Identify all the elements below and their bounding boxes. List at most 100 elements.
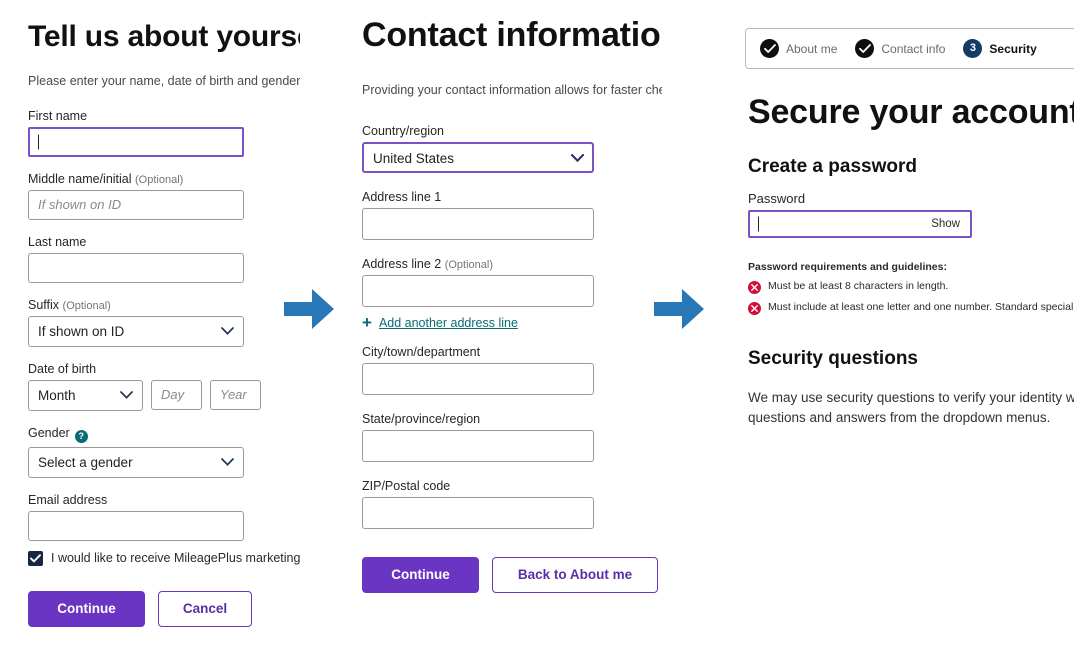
- field-date-of-birth: Date of birth Month: [28, 362, 300, 411]
- marketing-optin-row[interactable]: I would like to receive MileagePlus mark…: [28, 550, 300, 566]
- arrow-contact-to-security: [648, 278, 710, 340]
- about-me-subtitle: Please enter your name, date of birth an…: [28, 73, 300, 88]
- field-gender: Gender? Select a gender: [28, 426, 300, 478]
- about-me-continue-button[interactable]: Continue: [28, 590, 145, 627]
- suffix-select-wrap: If shown on ID: [28, 315, 244, 347]
- field-address-line-1: Address line 1: [362, 190, 662, 241]
- suffix-select[interactable]: If shown on ID: [28, 315, 244, 347]
- suffix-label-text: Suffix: [28, 297, 60, 312]
- back-to-about-me-button[interactable]: Back to About me: [492, 557, 658, 594]
- panel-secure-your-account: About me Contact info 3 Security Secure …: [745, 0, 1074, 656]
- arrow-about-to-contact: [278, 278, 340, 340]
- signup-progress-stepper: About me Contact info 3 Security: [745, 28, 1074, 69]
- password-show-toggle[interactable]: Show: [931, 218, 960, 230]
- middle-name-optional-tag: (Optional): [135, 173, 184, 186]
- field-last-name: Last name: [28, 235, 300, 283]
- about-me-cancel-button[interactable]: Cancel: [158, 590, 252, 627]
- city-town-department-label: City/town/department: [362, 345, 481, 360]
- dob-day-input[interactable]: [151, 379, 202, 410]
- stepper-step-contact-info[interactable]: Contact info: [855, 39, 945, 58]
- password-requirement-item: Must be at least 8 characters in length.: [748, 280, 1074, 294]
- address-line-1-label: Address line 1: [362, 190, 442, 205]
- date-of-birth-label: Date of birth: [28, 361, 97, 376]
- address-line-1-input[interactable]: [362, 208, 594, 241]
- signup-flow-screenshot: Tell us about yourself Please enter your…: [0, 0, 1074, 656]
- suffix-optional-tag: (Optional): [62, 299, 111, 312]
- email-address-label: Email address: [28, 492, 108, 507]
- contact-button-row: Continue Back to About me: [362, 557, 662, 594]
- stepper-label-contact-info: Contact info: [881, 41, 946, 56]
- password-label: Password: [748, 191, 806, 206]
- create-a-password-heading: Create a password: [748, 156, 917, 177]
- gender-select[interactable]: Select a gender: [28, 446, 244, 478]
- page-title-secure-your-account: Secure your account: [748, 93, 1074, 131]
- plus-icon: +: [362, 313, 372, 333]
- first-name-input-wrap: [28, 126, 300, 157]
- gender-label: Gender?: [28, 426, 300, 443]
- dob-month-select[interactable]: Month: [28, 379, 143, 411]
- dob-month-wrap: Month: [28, 379, 143, 411]
- middle-name-label: Middle name/initial (Optional): [28, 172, 300, 186]
- state-province-region-input[interactable]: [362, 430, 594, 463]
- contact-information-subtitle: Providing your contact information allow…: [362, 83, 662, 98]
- checkbox-checked-icon[interactable]: [28, 550, 43, 566]
- security-questions-heading: Security questions: [748, 348, 918, 369]
- password-input-wrap: Show: [748, 210, 972, 238]
- x-circle-icon: [748, 281, 761, 294]
- field-address-line-2: Address line 2 (Optional) + Add another …: [362, 257, 662, 331]
- country-region-select-wrap: United States: [362, 142, 594, 174]
- panel-contact-information: Contact information Providing your conta…: [362, 0, 662, 656]
- panel-about-me: Tell us about yourself Please enter your…: [28, 0, 300, 656]
- middle-name-input[interactable]: [28, 189, 244, 220]
- dob-year-input[interactable]: [210, 379, 261, 410]
- field-middle-name: Middle name/initial (Optional): [28, 172, 300, 220]
- field-suffix: Suffix (Optional) If shown on ID: [28, 298, 300, 347]
- add-another-address-line-text[interactable]: Add another address line: [379, 316, 518, 330]
- field-country-region: Country/region United States: [362, 124, 662, 174]
- security-questions-description: We may use security questions to verify …: [748, 388, 1074, 429]
- text-caret: [758, 216, 759, 232]
- address-line-2-optional-tag: (Optional): [444, 259, 493, 272]
- check-circle-icon: [760, 39, 779, 58]
- text-caret: [38, 134, 39, 150]
- password-requirement-text: Must be at least 8 characters in length.: [768, 280, 949, 292]
- zip-postal-code-label: ZIP/Postal code: [362, 479, 451, 494]
- field-first-name: First name: [28, 109, 300, 157]
- contact-continue-button[interactable]: Continue: [362, 557, 479, 594]
- check-circle-icon: [855, 39, 875, 58]
- page-title-about-me: Tell us about yourself: [28, 20, 300, 53]
- security-questions-line-1: We may use security questions to verify …: [748, 390, 1074, 405]
- middle-name-label-text: Middle name/initial: [28, 171, 132, 186]
- question-mark-icon[interactable]: ?: [74, 429, 88, 443]
- address-line-2-label-text: Address line 2: [362, 257, 442, 272]
- add-another-address-line-link[interactable]: + Add another address line: [362, 314, 662, 331]
- password-requirement-item: Must include at least one letter and one…: [748, 301, 1074, 315]
- page-title-contact-information: Contact information: [362, 16, 662, 54]
- stepper-label-security: Security: [989, 41, 1037, 56]
- field-city-town-department: City/town/department: [362, 345, 662, 396]
- email-address-input[interactable]: [28, 510, 244, 541]
- country-region-label: Country/region: [362, 124, 444, 139]
- x-circle-icon: [748, 302, 761, 315]
- field-zip-postal-code: ZIP/Postal code: [362, 479, 662, 530]
- stepper-label-about-me: About me: [786, 41, 838, 56]
- about-me-button-row: Continue Cancel: [28, 590, 300, 627]
- first-name-label: First name: [28, 108, 88, 123]
- stepper-step-about-me[interactable]: About me: [760, 39, 837, 58]
- password-requirement-text: Must include at least one letter and one…: [768, 301, 1074, 313]
- field-state-province-region: State/province/region: [362, 412, 662, 463]
- city-town-department-input[interactable]: [362, 363, 594, 396]
- address-line-2-label: Address line 2 (Optional): [362, 257, 662, 271]
- zip-postal-code-input[interactable]: [362, 497, 594, 530]
- stepper-step-security[interactable]: 3 Security: [963, 39, 1037, 58]
- first-name-input[interactable]: [28, 126, 244, 157]
- date-of-birth-row: Month: [28, 379, 300, 411]
- gender-select-wrap: Select a gender: [28, 446, 244, 478]
- country-region-select[interactable]: United States: [362, 142, 594, 174]
- security-questions-line-2: questions and answers from the dropdown …: [748, 410, 1051, 426]
- address-line-2-input[interactable]: [362, 275, 594, 308]
- step-number-badge: 3: [963, 39, 983, 58]
- last-name-input[interactable]: [28, 252, 244, 283]
- field-email-address: Email address: [28, 493, 300, 541]
- state-province-region-label: State/province/region: [362, 412, 481, 427]
